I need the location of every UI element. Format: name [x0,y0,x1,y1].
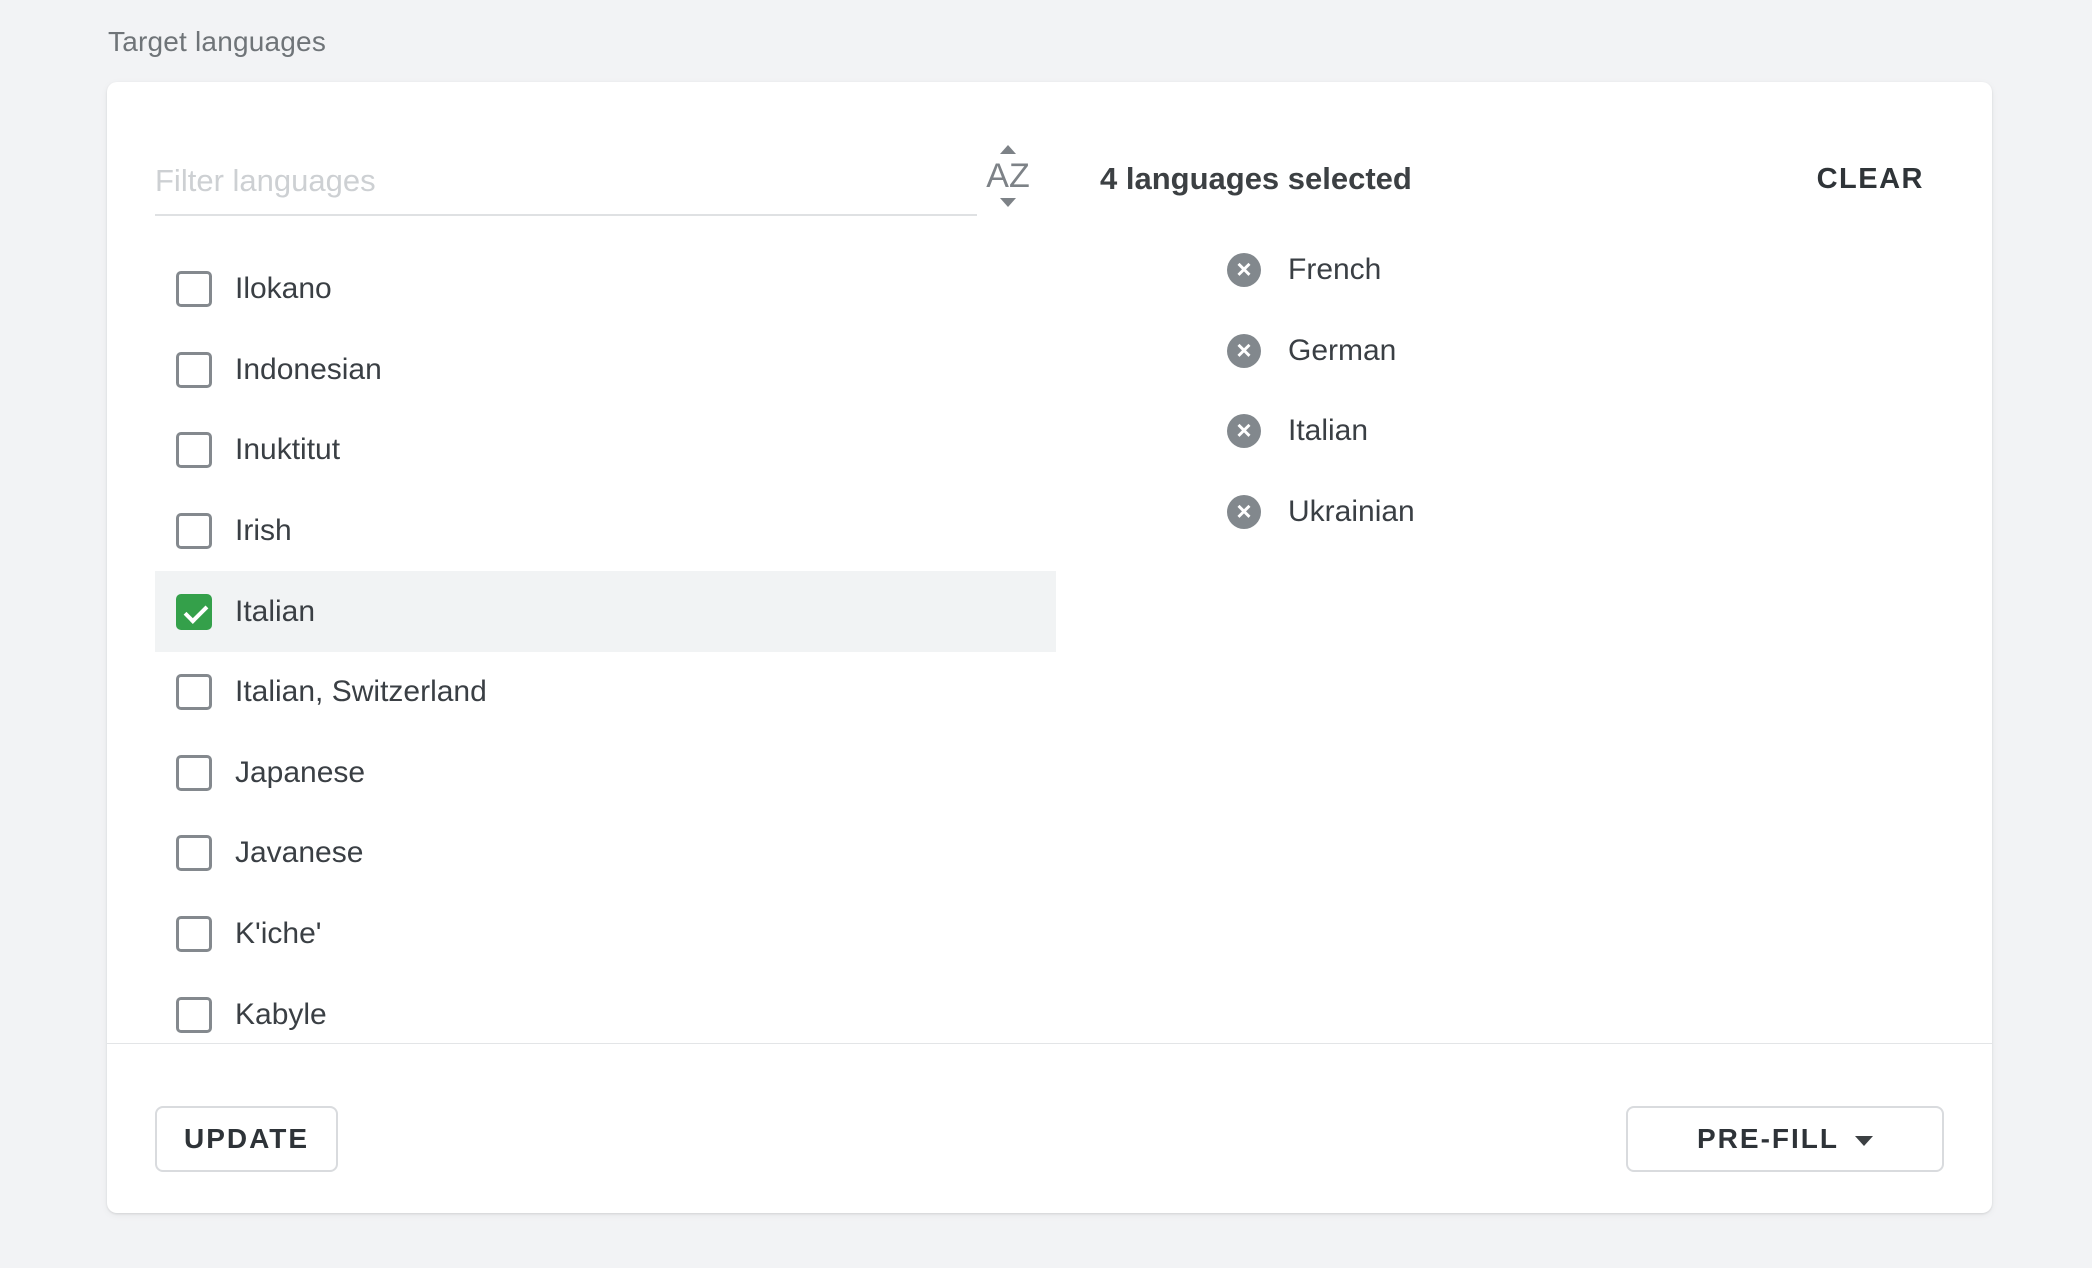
language-label: Inuktitut [235,433,340,467]
checkbox-unchecked[interactable] [176,916,212,952]
language-row-kabyle[interactable]: Kabyle [155,974,1056,1043]
language-label: Kabyle [235,998,327,1032]
footer-divider [107,1043,1992,1044]
remove-icon[interactable]: × [1227,414,1261,448]
selected-row-italian: × Italian [1100,391,1944,472]
update-button-label: UPDATE [184,1123,309,1155]
language-picker-card: AZ Ilokano Indonesian Inuktitut Irish [107,82,1992,1213]
sort-az-letters: AZ [986,159,1029,193]
language-row-italian[interactable]: Italian [155,571,1056,652]
checkbox-unchecked[interactable] [176,271,212,307]
sort-arrow-down-icon [1000,198,1016,207]
language-label: Indonesian [235,353,382,387]
language-label: K'iche' [235,917,322,951]
prefill-button[interactable]: PRE-FILL [1626,1106,1944,1172]
x-glyph: × [1236,337,1251,363]
sort-arrow-up-icon [1000,145,1016,154]
language-list: Ilokano Indonesian Inuktitut Irish Itali… [155,249,1056,1043]
prefill-button-label: PRE-FILL [1697,1123,1839,1155]
language-row-italian-switzerland[interactable]: Italian, Switzerland [155,652,1056,733]
checkbox-unchecked[interactable] [176,352,212,388]
language-label: Ilokano [235,272,332,306]
language-row-irish[interactable]: Irish [155,491,1056,572]
remove-icon[interactable]: × [1227,253,1261,287]
x-glyph: × [1236,417,1251,443]
checkbox-checked[interactable] [176,594,212,630]
selected-row-french: × French [1100,230,1944,311]
selected-language-label: French [1288,253,1381,287]
language-label: Italian, Switzerland [235,675,487,709]
checkbox-unchecked[interactable] [176,674,212,710]
remove-icon[interactable]: × [1227,334,1261,368]
language-row-inuktitut[interactable]: Inuktitut [155,410,1056,491]
x-glyph: × [1236,498,1251,524]
language-label: Japanese [235,756,365,790]
clear-button[interactable]: CLEAR [1811,162,1944,197]
selection-count-text: 4 languages selected [1100,161,1412,197]
checkbox-unchecked[interactable] [176,432,212,468]
selected-row-german: × German [1100,311,1944,392]
checkbox-unchecked[interactable] [176,755,212,791]
selected-language-list: × French × German × Italian × Ukrainian [1100,230,1944,552]
remove-icon[interactable]: × [1227,495,1261,529]
checkbox-unchecked[interactable] [176,835,212,871]
selected-language-label: Ukrainian [1288,495,1415,529]
selected-language-label: German [1288,334,1396,368]
language-row-kiche[interactable]: K'iche' [155,894,1056,975]
selected-language-label: Italian [1288,414,1368,448]
language-row-indonesian[interactable]: Indonesian [155,330,1056,411]
checkbox-unchecked[interactable] [176,513,212,549]
sort-alphabetical-icon[interactable]: AZ [979,146,1037,206]
language-label: Javanese [235,836,363,870]
language-row-japanese[interactable]: Japanese [155,733,1056,814]
language-label: Italian [235,595,315,629]
update-button[interactable]: UPDATE [155,1106,338,1172]
selection-header: 4 languages selected CLEAR [1100,156,1944,202]
page: Target languages AZ Ilokano Indonesian I… [0,0,2092,1268]
language-label: Irish [235,514,292,548]
filter-languages-input[interactable] [155,148,977,216]
checkbox-unchecked[interactable] [176,997,212,1033]
selected-row-ukrainian: × Ukrainian [1100,472,1944,553]
language-row-javanese[interactable]: Javanese [155,813,1056,894]
x-glyph: × [1236,256,1251,282]
chevron-down-icon [1855,1136,1873,1146]
page-title: Target languages [108,26,326,58]
language-row-ilokano[interactable]: Ilokano [155,249,1056,330]
